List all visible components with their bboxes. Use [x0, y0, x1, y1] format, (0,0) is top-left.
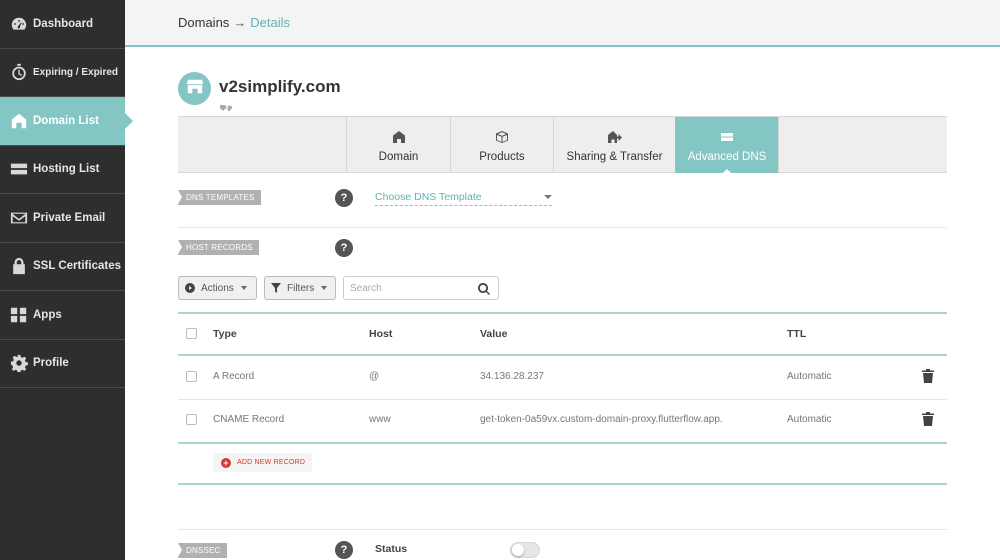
- add-new-record-label: ADD NEW RECORD: [237, 459, 306, 466]
- toggle-knob: [512, 544, 524, 556]
- sidebar-item-label: Expiring / Expired: [33, 66, 119, 78]
- envelope-icon: [10, 209, 28, 227]
- record-ttl[interactable]: Automatic: [787, 414, 831, 425]
- filters-dropdown[interactable]: Filters: [264, 276, 336, 300]
- record-value[interactable]: 34.136.28.237: [480, 371, 544, 382]
- dns-templates-help-button[interactable]: ?: [335, 189, 353, 207]
- chevron-down-icon: [321, 286, 328, 290]
- tab-products[interactable]: Products: [450, 117, 553, 173]
- filters-label: Filters: [287, 282, 315, 294]
- tag-heart-icon[interactable]: [220, 101, 233, 112]
- record-type[interactable]: CNAME Record: [213, 414, 284, 425]
- sidebar-item-private-email[interactable]: Private Email: [0, 194, 125, 243]
- tab-sharing-transfer[interactable]: Sharing & Transfer: [553, 117, 675, 173]
- divider: [178, 529, 947, 530]
- tab-label: Products: [479, 150, 525, 163]
- table-header-border: [178, 354, 947, 356]
- row-divider: [178, 399, 947, 400]
- dns-server-icon: [720, 130, 734, 144]
- sidebar-item-label: Apps: [33, 308, 62, 321]
- tab-label: Domain: [378, 150, 419, 163]
- search-box: [343, 276, 499, 300]
- dnssec-status-toggle[interactable]: [510, 542, 540, 558]
- sidebar-item-label: SSL Certificates: [33, 260, 121, 273]
- row-checkbox[interactable]: [186, 371, 197, 382]
- search-input[interactable]: [344, 277, 474, 299]
- row-checkbox[interactable]: [186, 414, 197, 425]
- sidebar-item-label: Dashboard: [33, 17, 94, 30]
- sidebar-item-ssl-certificates[interactable]: SSL Certificates: [0, 243, 125, 291]
- tab-label: Sharing & Transfer: [566, 150, 663, 163]
- record-type[interactable]: A Record: [213, 371, 254, 382]
- breadcrumb: Domains → Details: [125, 0, 1000, 47]
- box-icon: [495, 130, 509, 144]
- record-host[interactable]: @: [369, 371, 379, 382]
- actions-label: Actions: [201, 282, 234, 294]
- play-circle-icon: [185, 283, 195, 293]
- sidebar-item-label: Profile: [33, 357, 69, 370]
- gear-icon: [10, 354, 28, 373]
- house-icon: [392, 130, 406, 144]
- server-icon: [10, 160, 28, 178]
- add-new-record-button[interactable]: + ADD NEW RECORD: [213, 453, 313, 472]
- sidebar-item-label: Domain List: [33, 114, 99, 127]
- dnssec-status-label: Status: [375, 543, 408, 555]
- host-records-label: HOST RECORDS: [178, 240, 259, 255]
- column-header-type[interactable]: Type: [213, 328, 237, 340]
- tab-advanced-dns[interactable]: Advanced DNS: [675, 117, 778, 174]
- tab-spacer: [778, 117, 947, 173]
- sidebar-item-label: Private Email: [33, 211, 106, 224]
- dnssec-help-button[interactable]: ?: [335, 541, 353, 559]
- column-header-value[interactable]: Value: [480, 328, 507, 340]
- search-icon[interactable]: [478, 282, 490, 295]
- column-header-ttl[interactable]: TTL: [787, 328, 806, 340]
- chevron-down-icon: [544, 195, 552, 199]
- column-header-host[interactable]: Host: [369, 328, 392, 340]
- dnssec-label: DNSSEC: [178, 543, 227, 558]
- actions-dropdown[interactable]: Actions: [178, 276, 257, 300]
- house-share-icon: [607, 130, 622, 144]
- trash-icon[interactable]: [922, 412, 934, 426]
- dashboard-gauge-icon: [10, 15, 28, 33]
- lock-icon: [10, 257, 28, 275]
- table-body-border: [178, 442, 947, 444]
- breadcrumb-root[interactable]: Domains: [178, 15, 229, 30]
- storefront-icon: [186, 77, 204, 100]
- chevron-down-icon: [240, 286, 247, 290]
- record-host[interactable]: www: [369, 414, 391, 425]
- filter-icon: [271, 283, 281, 293]
- tab-bar: Domain Products Sharing & Transfer Advan…: [178, 116, 947, 174]
- add-circle-icon: +: [221, 457, 231, 468]
- divider: [178, 227, 947, 228]
- tab-label: Advanced DNS: [687, 150, 767, 163]
- table-top-border: [178, 312, 947, 314]
- record-value[interactable]: get-token-0a59vx.custom-domain-proxy.flu…: [480, 414, 723, 425]
- sidebar: Dashboard Expiring / Expired Domain List…: [0, 0, 133, 560]
- trash-icon[interactable]: [922, 369, 934, 383]
- sidebar-item-apps[interactable]: Apps: [0, 291, 125, 340]
- record-ttl[interactable]: Automatic: [787, 371, 831, 382]
- tab-domain[interactable]: Domain: [346, 117, 450, 173]
- sidebar-item-dashboard[interactable]: Dashboard: [0, 0, 125, 49]
- table-bottom-border: [178, 483, 947, 485]
- sidebar-item-profile[interactable]: Profile: [0, 340, 125, 388]
- domain-avatar: [178, 72, 211, 105]
- breadcrumb-separator: →: [233, 15, 247, 30]
- host-records-help-button[interactable]: ?: [335, 239, 353, 257]
- stopwatch-icon: [10, 63, 28, 81]
- sidebar-item-expiring[interactable]: Expiring / Expired: [0, 49, 125, 97]
- apps-grid-icon: [10, 306, 28, 324]
- dns-template-select[interactable]: Choose DNS Template: [375, 189, 552, 206]
- dns-template-select-value: Choose DNS Template: [375, 191, 482, 203]
- sidebar-item-domain-list[interactable]: Domain List: [0, 97, 133, 146]
- select-all-checkbox[interactable]: [186, 328, 197, 339]
- page-title: v2simplify.com: [219, 77, 341, 96]
- breadcrumb-current[interactable]: Details: [250, 15, 290, 30]
- sidebar-item-hosting-list[interactable]: Hosting List: [0, 146, 125, 194]
- sidebar-item-label: Hosting List: [33, 163, 100, 176]
- dns-templates-label: DNS TEMPLATES: [178, 190, 261, 205]
- home-icon: [10, 112, 28, 130]
